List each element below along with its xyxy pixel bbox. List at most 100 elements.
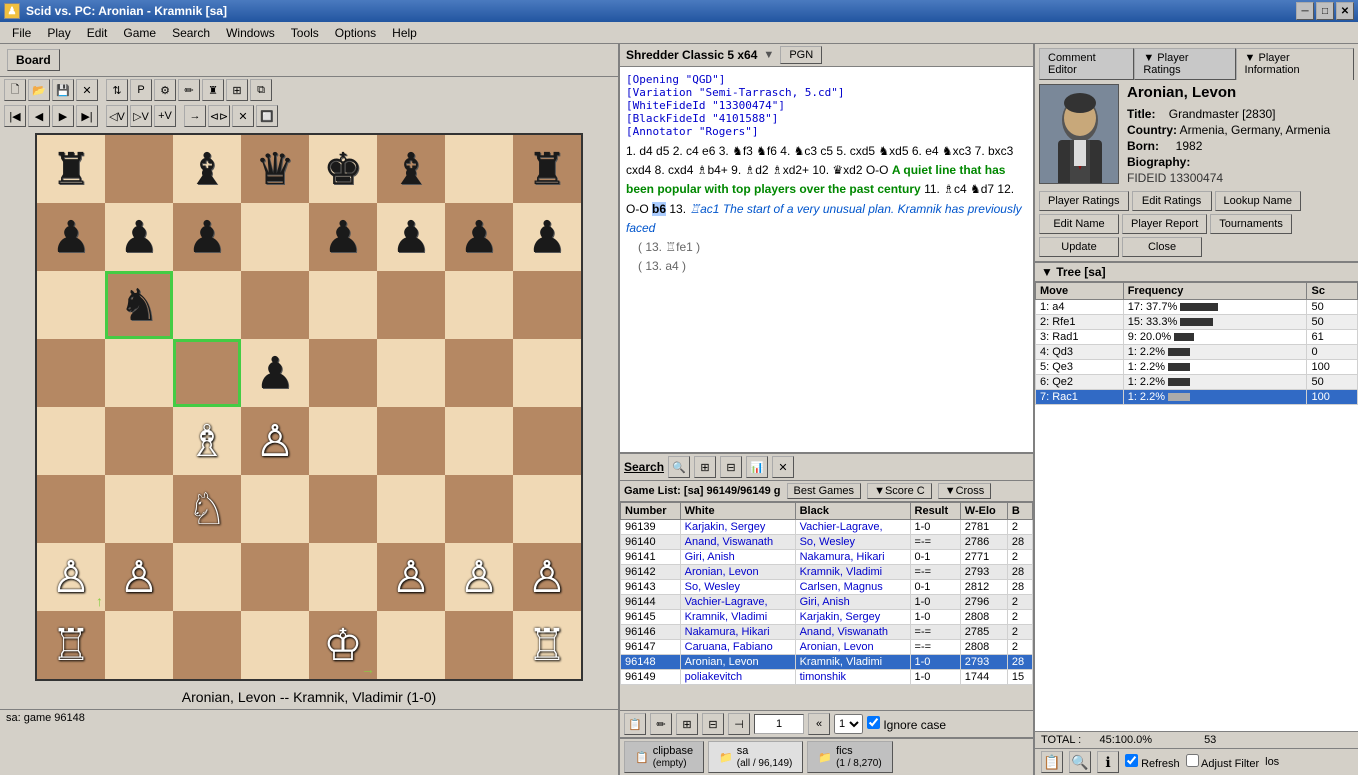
- square-g4[interactable]: [445, 407, 513, 475]
- engine-btn[interactable]: 🔲: [256, 105, 278, 127]
- analysis-btn[interactable]: ⚙: [154, 79, 176, 101]
- tree-row[interactable]: 6: Qe2 1: 2.2% 50: [1036, 375, 1358, 390]
- db-tab-sa[interactable]: 📁 sa(all / 96,149): [708, 741, 803, 773]
- menu-tools[interactable]: Tools: [283, 24, 327, 42]
- square-b8[interactable]: [105, 135, 173, 203]
- list-toolbar-2[interactable]: ✏: [650, 713, 672, 735]
- square-h6[interactable]: [513, 271, 581, 339]
- col-black[interactable]: Black: [795, 503, 910, 520]
- square-d8[interactable]: ♛: [241, 135, 309, 203]
- col-number[interactable]: Number: [621, 503, 681, 520]
- board-tab[interactable]: Board: [7, 49, 60, 71]
- menu-play[interactable]: Play: [39, 24, 78, 42]
- table-row[interactable]: 96143 So, Wesley Carlsen, Magnus 0-1 281…: [621, 580, 1033, 595]
- square-h7[interactable]: ♟: [513, 203, 581, 271]
- square-e4[interactable]: [309, 407, 377, 475]
- open-btn[interactable]: 📂: [28, 79, 50, 101]
- maximize-button[interactable]: □: [1316, 2, 1334, 20]
- square-b4[interactable]: [105, 407, 173, 475]
- tree-row[interactable]: 3: Rad1 9: 20.0% 61: [1036, 330, 1358, 345]
- tree-btn-2[interactable]: 🔍: [1069, 751, 1091, 773]
- square-f2[interactable]: ♙: [377, 543, 445, 611]
- board-setup-btn[interactable]: ⊞: [226, 79, 248, 101]
- delete-btn[interactable]: ✕: [232, 105, 254, 127]
- tab-player-information[interactable]: ▼ Player Information: [1236, 48, 1354, 80]
- tree-col-score[interactable]: Sc: [1307, 283, 1358, 300]
- flip-btn[interactable]: ⇅: [106, 79, 128, 101]
- start-btn[interactable]: |◀: [4, 105, 26, 127]
- close-button[interactable]: ✕: [1336, 2, 1354, 20]
- col-b[interactable]: B: [1007, 503, 1032, 520]
- cross-btn[interactable]: ▼Cross: [938, 483, 992, 499]
- square-d6[interactable]: [241, 271, 309, 339]
- search-btn-3[interactable]: ⊟: [720, 456, 742, 478]
- square-c6[interactable]: [173, 271, 241, 339]
- square-b1[interactable]: [105, 611, 173, 679]
- adjust-filter-checkbox[interactable]: [1186, 754, 1199, 767]
- tree-col-freq[interactable]: Frequency: [1123, 283, 1307, 300]
- table-row[interactable]: 96147 Caruana, Fabiano Aronian, Levon =-…: [621, 640, 1033, 655]
- square-e5[interactable]: [309, 339, 377, 407]
- new-game-btn[interactable]: 🗋: [4, 79, 26, 101]
- player-ratings-btn[interactable]: Player Ratings: [1039, 191, 1129, 211]
- square-g1[interactable]: [445, 611, 513, 679]
- edit-name-btn[interactable]: Edit Name: [1039, 214, 1119, 234]
- square-h1[interactable]: ♖: [513, 611, 581, 679]
- square-b7[interactable]: ♟: [105, 203, 173, 271]
- next-var-btn[interactable]: ▷V: [130, 105, 152, 127]
- next-btn[interactable]: ▶: [52, 105, 74, 127]
- menu-options[interactable]: Options: [327, 24, 384, 42]
- square-g3[interactable]: [445, 475, 513, 543]
- table-row[interactable]: 96141 Giri, Anish Nakamura, Hikari 0-1 2…: [621, 550, 1033, 565]
- list-toolbar-3[interactable]: ⊞: [676, 713, 698, 735]
- square-f4[interactable]: [377, 407, 445, 475]
- db-tab-fics[interactable]: 📁 fics(1 / 8,270): [807, 741, 892, 773]
- go-to-btn[interactable]: →: [184, 105, 206, 127]
- square-a3[interactable]: [37, 475, 105, 543]
- refresh-checkbox[interactable]: [1125, 754, 1138, 767]
- square-d5[interactable]: ♟: [241, 339, 309, 407]
- square-a4[interactable]: [37, 407, 105, 475]
- square-h3[interactable]: [513, 475, 581, 543]
- square-c2[interactable]: [173, 543, 241, 611]
- gamelist-table[interactable]: Number White Black Result W-Elo B 96139 …: [620, 502, 1033, 710]
- annotate-btn[interactable]: ✏: [178, 79, 200, 101]
- eval-btn[interactable]: ♜: [202, 79, 224, 101]
- tree-row[interactable]: 7: Rac1 1: 2.2% 100: [1036, 390, 1358, 405]
- square-e6[interactable]: [309, 271, 377, 339]
- square-b5[interactable]: [105, 339, 173, 407]
- end-btn[interactable]: ▶|: [76, 105, 98, 127]
- prev-var-btn[interactable]: ◁V: [106, 105, 128, 127]
- square-h4[interactable]: [513, 407, 581, 475]
- score-c-btn[interactable]: ▼Score C: [867, 483, 932, 499]
- table-row[interactable]: 96145 Kramnik, Vladimi Karjakin, Sergey …: [621, 610, 1033, 625]
- ignore-case-checkbox[interactable]: [867, 716, 880, 729]
- square-c3[interactable]: ♘: [173, 475, 241, 543]
- menu-edit[interactable]: Edit: [79, 24, 116, 42]
- page-input[interactable]: [754, 714, 804, 734]
- page-select[interactable]: 1: [834, 714, 863, 734]
- tab-player-ratings[interactable]: ▼ Player Ratings: [1134, 48, 1235, 80]
- square-h8[interactable]: ♜: [513, 135, 581, 203]
- col-white[interactable]: White: [680, 503, 795, 520]
- pgn-tab[interactable]: PGN: [780, 46, 822, 64]
- square-g8[interactable]: [445, 135, 513, 203]
- square-e8[interactable]: ♚: [309, 135, 377, 203]
- chess-board[interactable]: ♜♝♛♚♝♜♟♟♟♟♟♟♟♞♟♗♙♘♙↑♙♙♙♙♖♔→♖: [35, 133, 583, 681]
- square-e2[interactable]: [309, 543, 377, 611]
- square-e3[interactable]: [309, 475, 377, 543]
- tree-btn-3[interactable]: ℹ: [1097, 751, 1119, 773]
- minimize-button[interactable]: ─: [1296, 2, 1314, 20]
- tournaments-btn[interactable]: Tournaments: [1210, 214, 1292, 234]
- square-e1[interactable]: ♔→: [309, 611, 377, 679]
- square-e7[interactable]: ♟: [309, 203, 377, 271]
- pgn-btn[interactable]: P: [130, 79, 152, 101]
- update-btn[interactable]: Update: [1039, 237, 1119, 257]
- square-d3[interactable]: [241, 475, 309, 543]
- best-games-btn[interactable]: Best Games: [787, 483, 862, 499]
- save-btn[interactable]: 💾: [52, 79, 74, 101]
- add-var-btn[interactable]: +V: [154, 105, 176, 127]
- pgn-content[interactable]: [Opening "QGD"][Variation "Semi-Tarrasch…: [620, 67, 1033, 452]
- table-row[interactable]: 96149 poliakevitch timonshik 1-0 1744 15: [621, 670, 1033, 685]
- square-a7[interactable]: ♟: [37, 203, 105, 271]
